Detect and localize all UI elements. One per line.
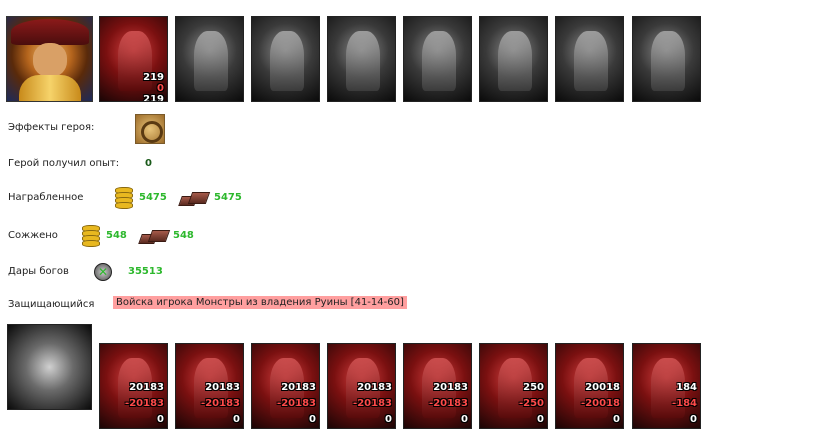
burned-gold-value: 548 bbox=[106, 230, 127, 241]
hero-coat-shape bbox=[19, 75, 81, 101]
defender-army-slot-5[interactable]: 20183 -20183 0 bbox=[403, 343, 472, 429]
warrior-unit-image bbox=[498, 31, 532, 91]
hero-portrait[interactable] bbox=[6, 16, 93, 102]
unit-count: 250 bbox=[523, 382, 544, 393]
hero-army-slot-1[interactable]: 219 0 219 bbox=[99, 16, 168, 102]
unit-loss: -20183 bbox=[201, 398, 240, 409]
unit-loss: -20018 bbox=[581, 398, 620, 409]
hero-face-shape bbox=[33, 43, 67, 77]
unit-loss: -250 bbox=[518, 398, 544, 409]
unit-loss: -20183 bbox=[125, 398, 164, 409]
unit-count: 20018 bbox=[585, 382, 620, 393]
defender-army-slot-6[interactable]: 250 -250 0 bbox=[479, 343, 548, 429]
plundered-ore-value: 5475 bbox=[214, 192, 242, 203]
unit-remaining: 0 bbox=[233, 414, 240, 425]
burned-ore-value: 548 bbox=[173, 230, 194, 241]
unit-remaining: 0 bbox=[157, 414, 164, 425]
defender-name-badge[interactable]: Войска игрока Монстры из владения Руины … bbox=[113, 296, 407, 309]
hero-army-slot-6[interactable] bbox=[479, 16, 548, 102]
unit-loss: -20183 bbox=[429, 398, 468, 409]
defender-army-slot-2[interactable]: 20183 -20183 0 bbox=[175, 343, 244, 429]
hero-army-slot-7[interactable] bbox=[555, 16, 624, 102]
gifts-label: Дары богов bbox=[8, 266, 69, 277]
unit-count: 20183 bbox=[357, 382, 392, 393]
plundered-gold-value: 5475 bbox=[139, 192, 167, 203]
unit-loss: 0 bbox=[157, 83, 164, 94]
defender-army-slot-1[interactable]: 20183 -20183 0 bbox=[99, 343, 168, 429]
gold-coins-icon bbox=[82, 225, 100, 247]
ring-shape bbox=[141, 121, 163, 143]
unit-count: 20183 bbox=[129, 382, 164, 393]
unit-remaining: 0 bbox=[613, 414, 620, 425]
experience-value: 0 bbox=[145, 158, 152, 169]
defender-army-slot-8[interactable]: 184 -184 0 bbox=[632, 343, 701, 429]
burned-label: Сожжено bbox=[8, 230, 58, 241]
defender-army-slot-4[interactable]: 20183 -20183 0 bbox=[327, 343, 396, 429]
hero-army-slot-8[interactable] bbox=[632, 16, 701, 102]
hero-army-slot-5[interactable] bbox=[403, 16, 472, 102]
unit-loss: -20183 bbox=[353, 398, 392, 409]
unit-count: 184 bbox=[676, 382, 697, 393]
unit-loss: -184 bbox=[671, 398, 697, 409]
ghoul-unit-image bbox=[270, 31, 304, 91]
unit-count: 20183 bbox=[205, 382, 240, 393]
defender-label: Защищающийся bbox=[8, 299, 95, 310]
defender-emblem[interactable] bbox=[7, 324, 92, 410]
unit-count: 20183 bbox=[281, 382, 316, 393]
unit-remaining: 0 bbox=[537, 414, 544, 425]
effects-label: Эффекты героя: bbox=[8, 122, 95, 133]
shaman-unit-image bbox=[574, 31, 608, 91]
hero-army-slot-2[interactable] bbox=[175, 16, 244, 102]
skeleton-unit-image bbox=[194, 31, 228, 91]
ore-icon bbox=[138, 228, 171, 246]
gifts-value: 35513 bbox=[128, 266, 163, 277]
unit-count: 20183 bbox=[433, 382, 468, 393]
gold-coins-icon bbox=[115, 187, 133, 209]
experience-label: Герой получил опыт: bbox=[8, 158, 120, 169]
gargoyle-unit-image bbox=[346, 31, 380, 91]
unit-loss: -20183 bbox=[277, 398, 316, 409]
unit-remaining: 0 bbox=[690, 414, 697, 425]
plundered-label: Награбленное bbox=[8, 192, 84, 203]
gods-gift-icon: ✕ bbox=[94, 263, 112, 281]
artifact-ring-icon[interactable] bbox=[135, 114, 165, 144]
unit-remaining: 219 bbox=[143, 94, 164, 102]
hero-army-slot-3[interactable] bbox=[251, 16, 320, 102]
wraith-unit-image bbox=[651, 31, 685, 91]
unit-remaining: 0 bbox=[461, 414, 468, 425]
ore-icon bbox=[178, 190, 211, 208]
hero-army-slot-4[interactable] bbox=[327, 16, 396, 102]
unit-remaining: 0 bbox=[385, 414, 392, 425]
defender-army-slot-3[interactable]: 20183 -20183 0 bbox=[251, 343, 320, 429]
hero-hat-shape bbox=[11, 19, 89, 45]
defender-army-slot-7[interactable]: 20018 -20018 0 bbox=[555, 343, 624, 429]
beast-unit-image bbox=[422, 31, 456, 91]
unit-remaining: 0 bbox=[309, 414, 316, 425]
unit-count: 219 bbox=[143, 72, 164, 83]
